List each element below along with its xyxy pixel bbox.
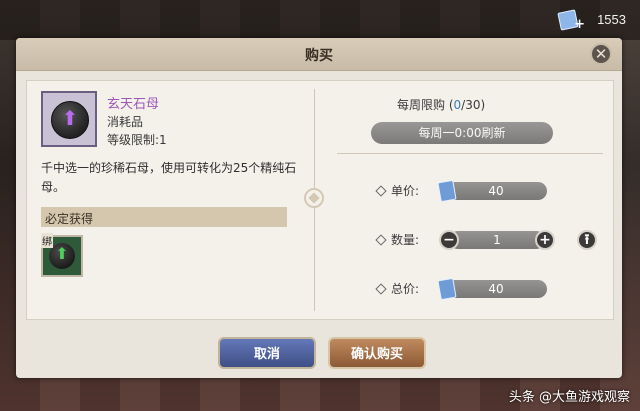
weekly-limit-close: ) <box>480 98 486 112</box>
watermark: 头条 @大鱼游戏观察 <box>508 390 630 405</box>
unit-price-field: 40 <box>445 182 547 200</box>
top-bar: + 1553 <box>0 0 640 40</box>
right-separator <box>337 153 603 154</box>
item-type: 消耗品 <box>107 115 144 129</box>
quantity-plus-button[interactable]: + <box>535 230 555 250</box>
bullet-icon <box>375 234 387 246</box>
unit-price-label: 单价: <box>391 184 420 198</box>
reward-item-slot[interactable]: ⬆ 绑 <box>41 233 83 277</box>
weekly-limit-label: 每周限购 <box>397 98 446 112</box>
purchase-dialog: 购买 ✕ ⬆ 玄天石母 消耗品 等级限制:1 千中选一的珍稀石母，使用可转化为2… <box>16 38 622 378</box>
quantity-value: 1 <box>493 233 501 247</box>
divider-ornament-icon <box>304 188 324 208</box>
quantity-field[interactable]: 1 <box>449 231 545 249</box>
ticket-icon <box>437 179 457 203</box>
total-price-label: 总价: <box>391 282 420 296</box>
confirm-purchase-button[interactable]: 确认购买 <box>328 337 426 369</box>
dialog-title: 购买 <box>305 48 333 64</box>
reward-header: 必定获得 <box>45 212 94 226</box>
bind-tag: 绑 <box>41 233 53 248</box>
item-level-limit: 等级限制:1 <box>107 133 167 147</box>
minus-icon: − <box>443 232 455 248</box>
weekly-limit-open: ( <box>445 98 454 112</box>
item-description: 千中选一的珍稀石母，使用可转化为25个精纯石母。 <box>41 161 297 194</box>
currency-ticket-plus-icon[interactable]: + <box>557 8 585 32</box>
close-x-icon: ✕ <box>594 45 608 63</box>
refresh-info: 每周一0:00刷新 <box>371 122 553 144</box>
bullet-icon <box>375 283 387 295</box>
purple-up-arrow-stone-icon: ⬆ <box>51 101 89 139</box>
item-icon-frame[interactable]: ⬆ <box>41 91 97 147</box>
item-name: 玄天石母 <box>107 97 160 112</box>
bullet-icon <box>375 185 387 197</box>
dialog-content: ⬆ 玄天石母 消耗品 等级限制:1 千中选一的珍稀石母，使用可转化为25个精纯石… <box>26 80 614 320</box>
ticket-icon <box>437 277 457 301</box>
dialog-header: 购买 ✕ <box>16 38 622 71</box>
quantity-label: 数量: <box>391 233 420 247</box>
weekly-limit-current: 0 <box>453 98 462 112</box>
reward-header-bar: 必定获得 <box>41 207 287 227</box>
quantity-max-button[interactable]: ⭱ <box>577 230 597 250</box>
close-button[interactable]: ✕ <box>590 43 612 65</box>
currency-value: 1553 <box>597 11 626 27</box>
cancel-button[interactable]: 取消 <box>218 337 316 369</box>
plus-icon: + <box>539 232 551 248</box>
weekly-limit: 每周限购 (0/30) <box>397 96 485 113</box>
unit-price-value: 40 <box>488 184 504 198</box>
total-price-field: 40 <box>445 280 547 298</box>
total-price-value: 40 <box>488 282 504 296</box>
max-up-arrow-icon: ⭱ <box>584 232 590 248</box>
quantity-minus-button[interactable]: − <box>439 230 459 250</box>
weekly-limit-max: 30 <box>465 98 481 112</box>
currency-display[interactable]: + 1553 <box>557 6 626 32</box>
